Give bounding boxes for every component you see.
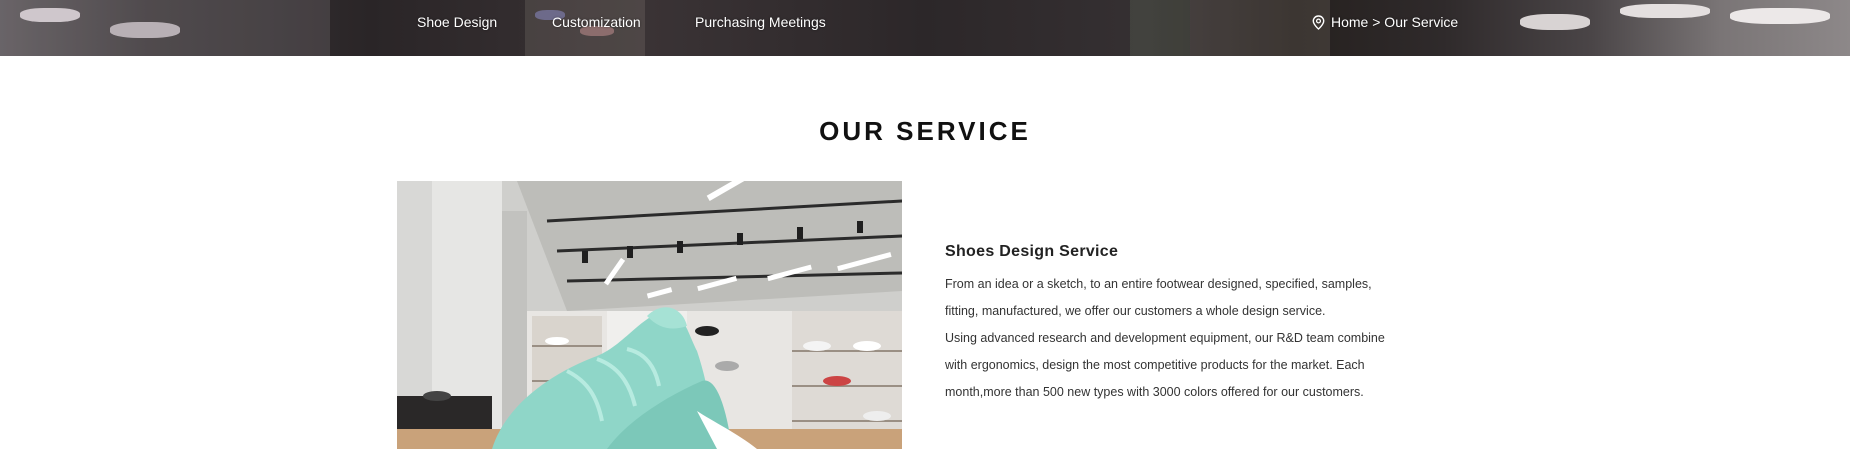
nav-item-shoe-design[interactable]: Shoe Design bbox=[417, 14, 497, 30]
service-line-4: with ergonomics, design the most competi… bbox=[945, 358, 1365, 372]
nav-item-purchasing-meetings[interactable]: Purchasing Meetings bbox=[695, 14, 826, 30]
breadcrumb[interactable]: Home > Our Service bbox=[1312, 14, 1458, 30]
breadcrumb-text: Home > Our Service bbox=[1331, 14, 1459, 30]
service-photo bbox=[397, 181, 902, 449]
service-line-5: month,more than 500 new types with 3000 … bbox=[945, 385, 1364, 399]
page-title: OUR SERVICE bbox=[819, 116, 1031, 146]
nav-item-customization[interactable]: Customization bbox=[552, 14, 641, 30]
location-pin-icon bbox=[1312, 14, 1325, 30]
service-line-2: fitting, manufactured, we offer our cust… bbox=[945, 304, 1326, 318]
service-line-3: Using advanced research and development … bbox=[945, 331, 1385, 345]
service-heading: Shoes Design Service bbox=[945, 243, 1119, 260]
header-banner: Shoe Design Customization Purchasing Mee… bbox=[0, 0, 1850, 56]
service-description: Shoes Design Service From an idea or a s… bbox=[945, 243, 1405, 406]
service-line-1: From an idea or a sketch, to an entire f… bbox=[945, 277, 1372, 291]
